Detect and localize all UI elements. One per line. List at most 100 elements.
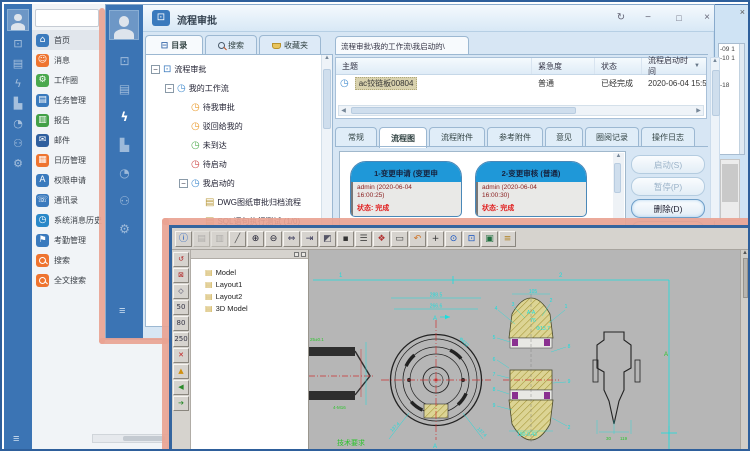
zoom-extents-icon[interactable]: ⇔ (283, 231, 300, 247)
zoom-window-icon[interactable]: ⊡ (463, 231, 480, 247)
vertical-scrollbar[interactable]: ▲ (710, 57, 720, 221)
tab-flow-attachments[interactable]: 流程附件 (429, 127, 485, 147)
table-header[interactable]: 主题 紧急度 状态 流程启动时间 ▼ (336, 58, 706, 75)
rotate-window-icon[interactable]: ⊠ (173, 268, 189, 283)
maximize-icon[interactable]: □ (669, 9, 689, 27)
tab-review-records[interactable]: 圈阅记录 (585, 127, 639, 147)
print-icon[interactable]: ▥ (211, 231, 228, 247)
tree-node-not-arrived[interactable]: ◷未到达 (146, 136, 332, 155)
prev-view-icon[interactable]: ◀ (173, 380, 189, 395)
window-d-list[interactable]: -09 1 -10 1 -18 (718, 43, 745, 155)
layers-icon[interactable]: ≡ (499, 231, 516, 247)
flow-node-status: 状态: 完成 (476, 202, 586, 216)
collapse-icon[interactable] (165, 84, 174, 93)
panel-header[interactable] (191, 250, 308, 259)
layout-item-model[interactable]: ▤Model (205, 266, 308, 278)
bar-chart-icon[interactable]: ▙ (4, 98, 32, 110)
pan-icon[interactable]: + (427, 231, 444, 247)
monitor-icon[interactable]: ⊡ (4, 38, 32, 50)
bar-chart-icon[interactable]: ▙ (106, 139, 143, 152)
tab-flow-diagram[interactable]: 流程图 (379, 127, 427, 148)
cad-drawing-area[interactable]: 1 2 A 25±0.1 4-M16 (309, 250, 740, 450)
people-icon[interactable]: ⚇ (106, 195, 143, 208)
clock-icon: ◷ (191, 178, 200, 189)
close-icon[interactable]: × (740, 7, 745, 17)
pie-chart-icon[interactable]: ◔ (106, 167, 143, 180)
menu-toggle-icon[interactable]: ≡ (13, 433, 19, 445)
start-button[interactable]: 启动(S) (631, 155, 705, 174)
breadcrumb[interactable]: 流程审批\我的工作流\我启动的\ (335, 36, 469, 55)
zoom-80-icon[interactable]: 80 (173, 316, 189, 331)
documents-icon[interactable]: ▤ (4, 58, 32, 70)
tab-reference-attachments[interactable]: 参考附件 (487, 127, 543, 147)
menu-search-input[interactable] (35, 9, 99, 27)
titlebar[interactable]: ⊡ 流程审批 ↻ − □ × (143, 5, 714, 32)
vertical-scrollbar[interactable]: ▲ (740, 250, 749, 450)
documents-icon[interactable]: ▤ (106, 83, 143, 96)
tree-node-rejected[interactable]: ◷驳回给我的 (146, 117, 332, 136)
tab-favorites[interactable]: 收藏夹 (259, 35, 321, 55)
open-icon[interactable]: ▤ (193, 231, 210, 247)
monitor-icon[interactable]: ⊡ (106, 55, 143, 68)
tab-operation-log[interactable]: 操作日志 (641, 127, 695, 147)
line-icon[interactable]: ╱ (229, 231, 246, 247)
zoom-out-icon[interactable]: ⊖ (265, 231, 282, 247)
flow-node-2[interactable]: 2-变更审核 (普通) admin (2020-06-0416:00:30) 状… (475, 161, 587, 217)
gear-icon[interactable]: ⚙ (4, 158, 32, 170)
point-icon[interactable]: ▪ (337, 231, 354, 247)
tab-search[interactable]: 搜索 (205, 35, 257, 55)
layer-view-icon[interactable]: ◩ (319, 231, 336, 247)
color-icon[interactable]: ❖ (373, 231, 390, 247)
panel-close-icon[interactable] (301, 252, 306, 257)
tree-node-root[interactable]: ⊡流程审批 (146, 60, 332, 79)
tree-node-pending-approval[interactable]: ◷待我审批 (146, 98, 332, 117)
close-icon[interactable]: × (697, 9, 717, 27)
zoom-in-icon[interactable]: ⊕ (247, 231, 264, 247)
line-chart-icon[interactable]: ϟ (106, 111, 143, 124)
vertical-scrollbar[interactable] (720, 159, 740, 221)
linetype-icon[interactable]: ☰ (355, 231, 372, 247)
zoom-realtime-icon[interactable]: ⊙ (445, 231, 462, 247)
background-icon[interactable]: ▭ (391, 231, 408, 247)
table-row[interactable]: ◷ac铰链板00804 普通 已经完成 2020-06-04 15:5 (336, 75, 706, 92)
tree-node-started-by-me[interactable]: ◷我启动的 (146, 174, 332, 193)
collapse-icon[interactable] (151, 65, 160, 74)
image-icon[interactable]: ▣ (481, 231, 498, 247)
tree-node-my-workflow[interactable]: ◷我的工作流 (146, 79, 332, 98)
undo-view-icon[interactable]: ↶ (409, 231, 426, 247)
line-chart-icon[interactable]: ϟ (4, 78, 32, 90)
panel-minimize-icon[interactable] (294, 252, 299, 257)
tab-opinions[interactable]: 意见 (545, 127, 583, 147)
gear-icon[interactable]: ⚙ (106, 223, 143, 236)
minimize-icon[interactable]: − (638, 9, 658, 27)
horizontal-scrollbar[interactable]: ◀▶ (338, 105, 704, 116)
sort-icon[interactable]: ▼ (694, 63, 700, 69)
collapse-icon[interactable] (179, 179, 188, 188)
refresh-icon[interactable]: ↻ (611, 9, 631, 27)
pie-chart-icon[interactable]: ◔ (4, 118, 32, 130)
layout-item-layout1[interactable]: ▤Layout1 (205, 278, 308, 290)
rotate-left-icon[interactable]: ↺ (173, 252, 189, 267)
zoom-width-icon[interactable]: ⇥ (301, 231, 318, 247)
layout-item-3dmodel[interactable]: ▤3D Model (205, 302, 308, 314)
flow-node-1[interactable]: 1-变更申请 (变更申 admin (2020-06-0416:00:25) 状… (350, 161, 462, 217)
zoom-50-icon[interactable]: 50 (173, 300, 189, 315)
info-icon[interactable]: ⓘ (175, 231, 192, 247)
avatar[interactable] (109, 10, 139, 40)
pan-hand-icon[interactable]: ◇ (173, 284, 189, 299)
delete-button[interactable]: 删除(D) (631, 199, 705, 218)
warning-icon[interactable]: ▲ (173, 364, 189, 379)
tree-leaf-dwg-flow[interactable]: ▤DWG图纸审批归档流程 (146, 193, 332, 212)
tab-directory[interactable]: ⊟ 目录 (145, 35, 203, 55)
pause-button[interactable]: 暂停(P) (631, 177, 705, 196)
avatar[interactable] (7, 9, 29, 31)
layout-item-layout2[interactable]: ▤Layout2 (205, 290, 308, 302)
tab-general[interactable]: 常规 (335, 127, 377, 147)
export-icon[interactable]: ➔ (173, 396, 189, 411)
vertical-scrollbar[interactable] (739, 44, 744, 154)
tree-node-to-start[interactable]: ◷待启动 (146, 155, 332, 174)
zoom-250-icon[interactable]: 250 (173, 332, 189, 347)
menu-toggle-icon[interactable]: ≡ (119, 305, 125, 317)
people-icon[interactable]: ⚇ (4, 138, 32, 150)
close-view-icon[interactable]: ✕ (173, 348, 189, 363)
